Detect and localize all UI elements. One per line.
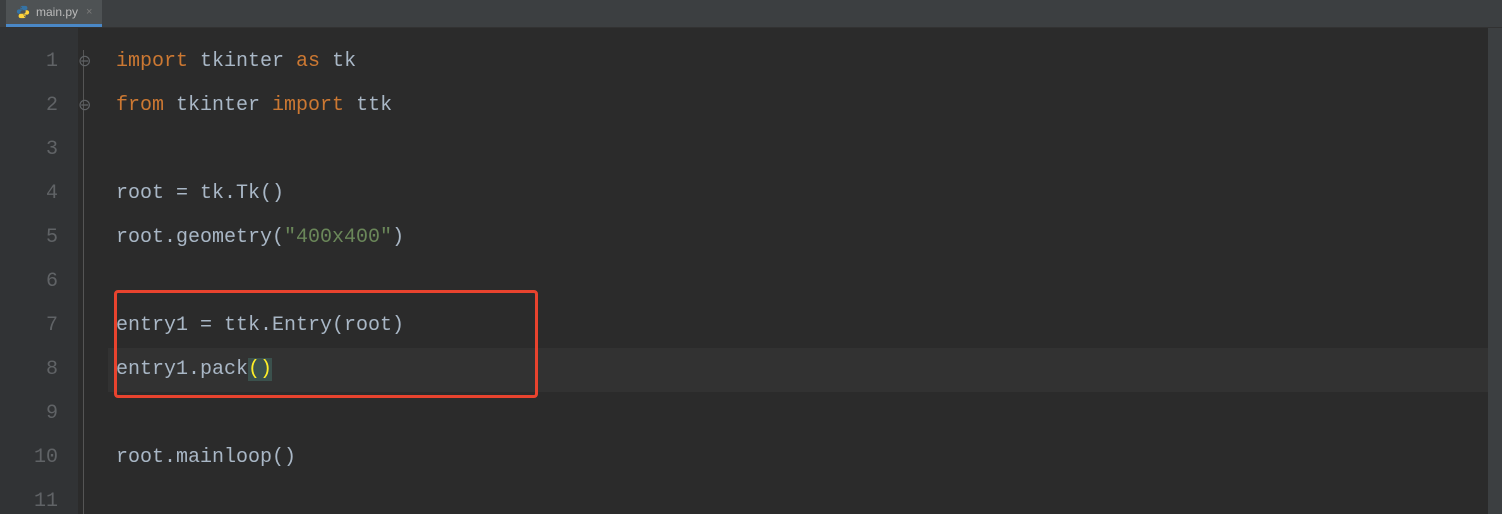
- close-tab-icon[interactable]: ×: [86, 6, 92, 18]
- python-file-icon: [16, 5, 30, 19]
- line-number: 4: [0, 172, 78, 216]
- fold-toggle-icon[interactable]: ⊖: [78, 40, 108, 84]
- file-tab-label: main.py: [36, 5, 78, 19]
- code-line[interactable]: root = tk.Tk(): [108, 172, 1502, 216]
- fold-gutter: ⊖ ⊖: [78, 28, 108, 514]
- code-line[interactable]: root.mainloop(): [108, 436, 1502, 480]
- fold-toggle-icon[interactable]: ⊖: [78, 84, 108, 128]
- line-number: 7: [0, 304, 78, 348]
- line-number: 6: [0, 260, 78, 304]
- code-area[interactable]: import tkinter as tk from tkinter import…: [108, 28, 1502, 514]
- line-number: 5: [0, 216, 78, 260]
- code-line[interactable]: [108, 392, 1502, 436]
- file-tab-main-py[interactable]: main.py ×: [6, 0, 102, 27]
- line-number: 9: [0, 392, 78, 436]
- code-line[interactable]: import tkinter as tk: [108, 40, 1502, 84]
- code-editor[interactable]: 1 2 3 4 5 6 7 8 9 10 11 ⊖ ⊖ import tkint…: [0, 28, 1502, 514]
- line-number: 3: [0, 128, 78, 172]
- vertical-scrollbar[interactable]: [1488, 28, 1502, 514]
- code-line[interactable]: entry1 = ttk.Entry(root): [108, 304, 1502, 348]
- code-line[interactable]: [108, 480, 1502, 514]
- code-line[interactable]: [108, 128, 1502, 172]
- line-number: 1: [0, 40, 78, 84]
- code-line[interactable]: from tkinter import ttk: [108, 84, 1502, 128]
- line-number: 10: [0, 436, 78, 480]
- line-number: 2: [0, 84, 78, 128]
- tab-bar: main.py ×: [0, 0, 1502, 28]
- line-number: 8: [0, 348, 78, 392]
- code-line[interactable]: entry1.pack(): [108, 348, 1502, 392]
- line-number-gutter: 1 2 3 4 5 6 7 8 9 10 11: [0, 28, 78, 514]
- line-number: 11: [0, 480, 78, 514]
- code-line[interactable]: [108, 260, 1502, 304]
- code-line[interactable]: root.geometry("400x400"): [108, 216, 1502, 260]
